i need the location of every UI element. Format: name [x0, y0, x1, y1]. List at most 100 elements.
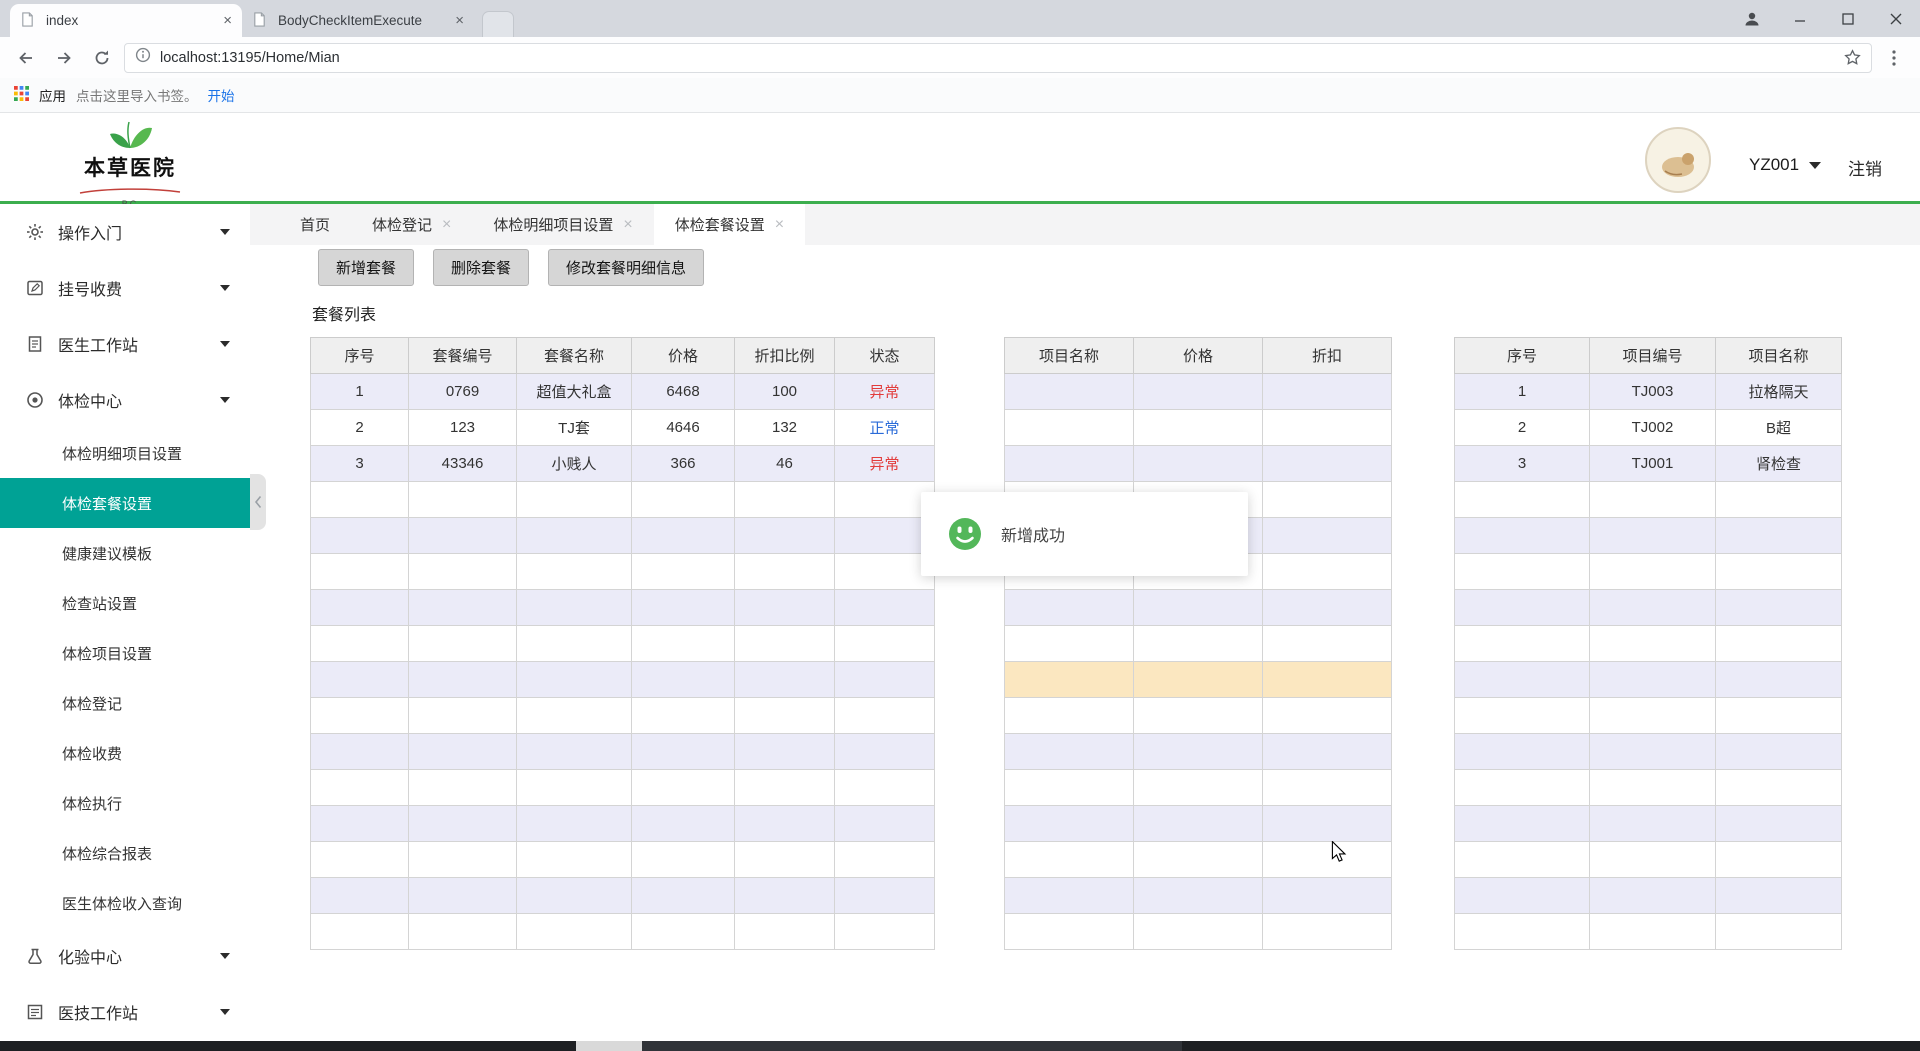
cell[interactable]	[408, 877, 517, 914]
cell[interactable]	[516, 589, 632, 626]
table-row-empty[interactable]	[1454, 877, 1842, 914]
cell[interactable]	[516, 553, 632, 590]
cell[interactable]	[1589, 517, 1716, 554]
apps-grid-icon[interactable]	[14, 86, 29, 104]
cell[interactable]	[1133, 733, 1263, 770]
cell[interactable]	[1715, 589, 1842, 626]
cell[interactable]	[1715, 913, 1842, 950]
cell[interactable]	[631, 517, 735, 554]
cell[interactable]	[1133, 877, 1263, 914]
table-row-empty[interactable]	[310, 553, 935, 590]
cell[interactable]	[310, 697, 409, 734]
cell[interactable]	[734, 517, 835, 554]
sidebar-group-5[interactable]: 医技工作站	[0, 984, 250, 1040]
cell[interactable]	[1004, 625, 1134, 662]
cell[interactable]	[1454, 697, 1590, 734]
table-row-empty[interactable]	[1004, 733, 1392, 770]
cell[interactable]	[1715, 661, 1842, 698]
cell[interactable]	[408, 553, 517, 590]
cell[interactable]	[631, 841, 735, 878]
table-row-empty[interactable]	[1454, 697, 1842, 734]
cell[interactable]	[310, 733, 409, 770]
cell[interactable]	[516, 517, 632, 554]
cell[interactable]	[734, 661, 835, 698]
toolbar-button-2[interactable]: 修改套餐明细信息	[548, 249, 705, 286]
close-icon[interactable]: ×	[623, 216, 632, 233]
cell[interactable]	[1262, 445, 1392, 482]
cell[interactable]	[1262, 913, 1392, 950]
cell[interactable]	[408, 625, 517, 662]
table-row[interactable]: 2 TJ002 B超	[1454, 409, 1842, 446]
cell[interactable]	[631, 913, 735, 950]
table-row[interactable]: 1 TJ003 拉格隔天	[1454, 373, 1842, 410]
sidebar-subitem-3-4[interactable]: 体检项目设置	[0, 628, 250, 678]
table-row-empty[interactable]	[310, 913, 935, 950]
cell[interactable]	[1454, 517, 1590, 554]
cell[interactable]	[631, 733, 735, 770]
cell[interactable]	[631, 697, 735, 734]
taskbar-item[interactable]	[576, 1041, 642, 1051]
cell[interactable]: 132	[734, 409, 835, 446]
cell[interactable]	[1454, 589, 1590, 626]
cell[interactable]	[734, 805, 835, 842]
browser-tab-bodycheck[interactable]: BodyCheckItemExecute ×	[242, 4, 474, 37]
apps-label[interactable]: 应用	[39, 85, 66, 105]
table-row-empty[interactable]	[1454, 913, 1842, 950]
cell[interactable]: TJ002	[1589, 409, 1716, 446]
page-tab-2[interactable]: 体检明细项目设置 ×	[472, 204, 653, 245]
cell[interactable]	[516, 697, 632, 734]
cell[interactable]	[1454, 841, 1590, 878]
cell[interactable]	[516, 661, 632, 698]
cell[interactable]	[1004, 877, 1134, 914]
cell[interactable]: 0769	[408, 373, 517, 410]
cell[interactable]	[516, 625, 632, 662]
cell[interactable]	[1589, 697, 1716, 734]
cell[interactable]: 3	[1454, 445, 1590, 482]
table-row-empty[interactable]	[1454, 589, 1842, 626]
table-row-empty[interactable]	[1004, 373, 1392, 410]
cell[interactable]	[834, 841, 935, 878]
sidebar-subitem-3-7[interactable]: 体检执行	[0, 778, 250, 828]
cell[interactable]: 2	[310, 409, 409, 446]
cell[interactable]	[408, 697, 517, 734]
sidebar-group-3[interactable]: 体检中心	[0, 372, 250, 428]
cell[interactable]	[1589, 877, 1716, 914]
table-row[interactable]: 3 TJ001 肾检查	[1454, 445, 1842, 482]
page-tab-3[interactable]: 体检套餐设置 ×	[653, 204, 806, 245]
cell[interactable]	[1133, 697, 1263, 734]
sidebar-subitem-3-9[interactable]: 医生体检收入查询	[0, 878, 250, 928]
cell[interactable]	[1133, 625, 1263, 662]
cell[interactable]	[408, 481, 517, 518]
cell[interactable]	[1262, 841, 1392, 878]
toolbar-button-1[interactable]: 删除套餐	[433, 249, 530, 286]
page-tab-1[interactable]: 体检登记 ×	[351, 204, 472, 245]
start-link[interactable]: 开始	[208, 85, 235, 105]
cell[interactable]: 366	[631, 445, 735, 482]
cell[interactable]	[310, 589, 409, 626]
sidebar-subitem-3-6[interactable]: 体检收费	[0, 728, 250, 778]
sidebar-collapse-handle[interactable]	[250, 474, 266, 530]
cell[interactable]	[1133, 445, 1263, 482]
cell[interactable]	[1004, 805, 1134, 842]
table-row-empty[interactable]	[310, 517, 935, 554]
cell[interactable]: 正常	[834, 409, 935, 446]
cell[interactable]	[516, 481, 632, 518]
cell[interactable]	[834, 733, 935, 770]
cell[interactable]	[1454, 805, 1590, 842]
table-row-empty[interactable]	[310, 625, 935, 662]
table-row-empty[interactable]	[310, 841, 935, 878]
table-row-empty[interactable]	[310, 481, 935, 518]
cell[interactable]	[734, 877, 835, 914]
cell[interactable]	[834, 769, 935, 806]
cell[interactable]	[1454, 769, 1590, 806]
cell[interactable]	[1715, 625, 1842, 662]
cell[interactable]	[1589, 733, 1716, 770]
table-row-empty[interactable]	[1004, 445, 1392, 482]
profile-icon[interactable]	[1728, 0, 1776, 37]
cell[interactable]	[1262, 733, 1392, 770]
cell[interactable]	[631, 805, 735, 842]
cell[interactable]	[1004, 733, 1134, 770]
cell[interactable]	[1004, 661, 1134, 698]
cell[interactable]	[1715, 877, 1842, 914]
cell[interactable]: 肾检查	[1715, 445, 1842, 482]
